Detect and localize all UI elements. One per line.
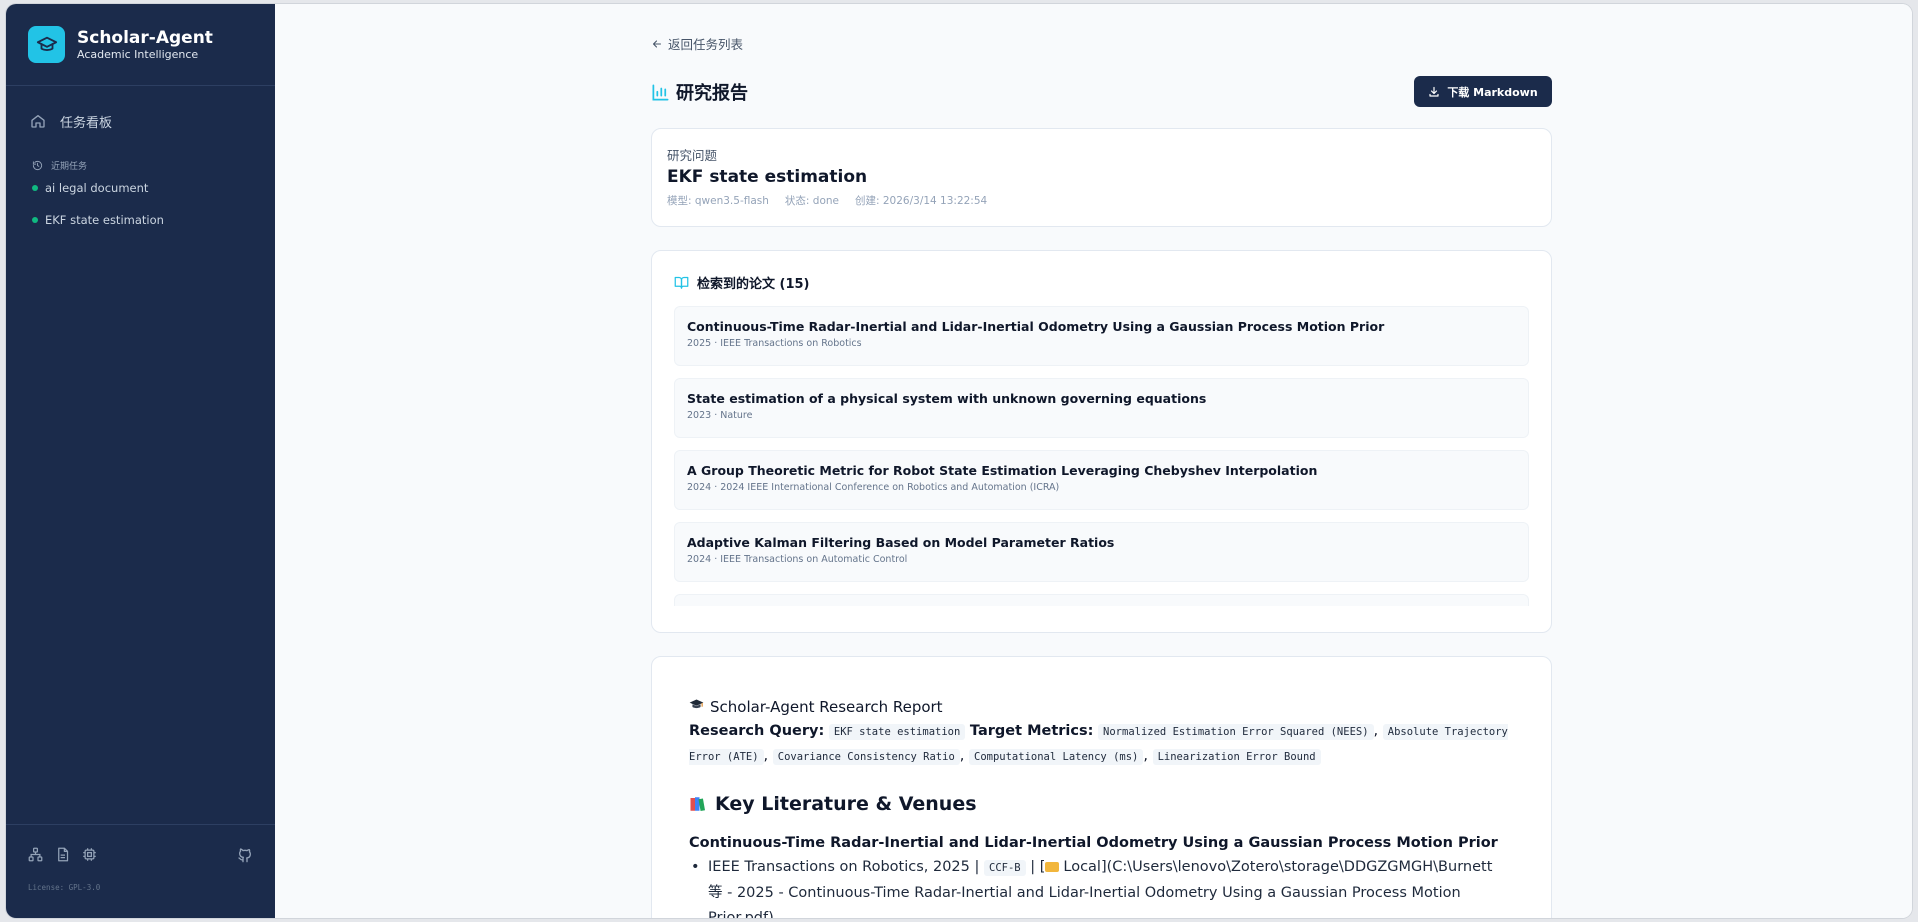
page-header: 研究报告 下载 Markdown xyxy=(651,76,1552,108)
report-title: Scholar-Agent Research Report xyxy=(689,697,1514,716)
paper-title: Continuous-Time Radar-Inertial and Lidar… xyxy=(687,319,1385,334)
section-heading: Key Literature & Venues xyxy=(689,793,1514,815)
papers-header-label: 检索到的论文 (15) xyxy=(697,277,810,292)
brand[interactable]: Scholar-Agent Academic Intelligence xyxy=(6,4,275,86)
bar-chart-icon xyxy=(651,83,670,102)
status-dot xyxy=(32,217,38,223)
paper-item[interactable] xyxy=(674,594,1529,606)
local-path-link[interactable]: Local](C:\Users\lenovo\Zotero\storage\DD… xyxy=(1063,859,1492,875)
bullet-line-3: Prior.pdf) xyxy=(708,910,774,918)
metric-tag: Linearization Error Bound xyxy=(1152,749,1321,765)
document-icon[interactable] xyxy=(55,847,70,862)
metric-tag: Covariance Consistency Ratio xyxy=(772,749,960,765)
recent-tasks-label: 近期任务 xyxy=(51,161,88,172)
recent-task-label: EKF state estimation xyxy=(45,213,164,227)
question-text: EKF state estimation xyxy=(667,167,868,187)
books-icon xyxy=(689,795,707,813)
back-label: 返回任务列表 xyxy=(668,37,744,52)
arrow-left-icon xyxy=(651,38,668,50)
sidebar: Scholar-Agent Academic Intelligence 任务看板… xyxy=(6,4,275,918)
paper-title: A Group Theoretic Metric for Robot State… xyxy=(687,463,1318,478)
bullet-line-2: 等 - 2025 - Continuous-Time Radar-Inertia… xyxy=(708,885,1461,901)
metric-tag: Normalized Estimation Error Squared (NEE… xyxy=(1098,724,1374,740)
paper-list[interactable]: Continuous-Time Radar-Inertial and Lidar… xyxy=(674,306,1529,606)
paper-title: State estimation of a physical system wi… xyxy=(687,391,1207,406)
app-window: Scholar-Agent Academic Intelligence 任务看板… xyxy=(6,4,1912,918)
paper-meta: 2024 · 2024 IEEE International Conferenc… xyxy=(687,482,1060,493)
report-query-line: Research Query: EKF state estimation Tar… xyxy=(689,723,1508,765)
paper-meta: 2024 · IEEE Transactions on Automatic Co… xyxy=(687,554,908,565)
open-book-icon xyxy=(674,275,697,290)
question-card: 研究问题 EKF state estimation 模型: qwen3.5-fl… xyxy=(651,128,1552,227)
recent-task-item[interactable]: EKF state estimation xyxy=(32,204,275,236)
question-label: 研究问题 xyxy=(667,148,718,163)
folder-icon xyxy=(1045,862,1060,872)
bullet-mid: | [ xyxy=(1030,859,1046,875)
network-icon[interactable] xyxy=(28,847,43,862)
metric-tag: Computational Latency (ms) xyxy=(969,749,1144,765)
download-markdown-button[interactable]: 下载 Markdown xyxy=(1414,76,1552,107)
download-icon xyxy=(1428,86,1447,98)
report-title-text: Scholar-Agent Research Report xyxy=(710,697,943,716)
paper-title: Adaptive Kalman Filtering Based on Model… xyxy=(687,535,1115,550)
history-icon xyxy=(32,160,51,171)
paper-item[interactable]: State estimation of a physical system wi… xyxy=(674,378,1529,438)
ccf-rank: CCF-B xyxy=(984,860,1026,876)
query-label: Research Query: xyxy=(689,723,825,739)
status-dot xyxy=(32,185,38,191)
graduation-cap-icon xyxy=(28,26,65,63)
sidebar-footer: License: GPL-3.0 xyxy=(6,824,275,918)
download-label: 下载 Markdown xyxy=(1447,85,1538,99)
recent-task-item[interactable]: ai legal document xyxy=(32,172,275,204)
paper-item[interactable]: A Group Theoretic Metric for Robot State… xyxy=(674,450,1529,510)
recent-tasks-header: 近期任务 xyxy=(32,158,275,172)
paper-item[interactable]: Adaptive Kalman Filtering Based on Model… xyxy=(674,522,1529,582)
query-value: EKF state estimation xyxy=(828,724,966,740)
metrics-label: Target Metrics: xyxy=(969,723,1094,739)
paper-heading: Continuous-Time Radar-Inertial and Lidar… xyxy=(689,835,1498,851)
status-meta: 状态: done xyxy=(784,195,839,207)
created-meta: 创建: 2026/3/14 13:22:54 xyxy=(855,195,988,207)
recent-task-label: ai legal document xyxy=(45,181,149,195)
brand-subtitle: Academic Intelligence xyxy=(77,47,199,61)
page-title: 研究报告 xyxy=(676,83,748,104)
list-item: IEEE Transactions on Robotics, 2025 | CC… xyxy=(689,855,1514,918)
brand-name: Scholar-Agent xyxy=(77,27,213,48)
back-link[interactable]: 返回任务列表 xyxy=(651,34,743,53)
license-text: License: GPL-3.0 xyxy=(28,883,101,892)
github-icon[interactable] xyxy=(237,847,253,863)
bullet-prefix: IEEE Transactions on Robotics, 2025 | xyxy=(708,859,980,875)
sidebar-item-task-board[interactable]: 任务看板 xyxy=(18,102,263,140)
graduation-cap-icon xyxy=(689,697,704,716)
paper-meta: 2023 · Nature xyxy=(687,410,753,421)
papers-header: 检索到的论文 (15) xyxy=(674,273,1529,292)
chip-icon[interactable] xyxy=(82,847,97,862)
paper-meta: 2025 · IEEE Transactions on Robotics xyxy=(687,338,862,349)
question-meta: 模型: qwen3.5-flash 状态: done 创建: 2026/3/14… xyxy=(667,193,1536,208)
sidebar-item-label: 任务看板 xyxy=(60,115,113,131)
main-content: 返回任务列表 研究报告 下载 Markdown 研究问题 EKF state e… xyxy=(275,4,1912,918)
paper-item[interactable]: Continuous-Time Radar-Inertial and Lidar… xyxy=(674,306,1529,366)
model-meta: 模型: qwen3.5-flash xyxy=(667,195,769,207)
papers-card: 检索到的论文 (15) Continuous-Time Radar-Inerti… xyxy=(651,250,1552,633)
home-icon xyxy=(30,113,60,129)
section-heading-text: Key Literature & Venues xyxy=(715,793,977,815)
report-card: Scholar-Agent Research Report Research Q… xyxy=(651,656,1552,918)
